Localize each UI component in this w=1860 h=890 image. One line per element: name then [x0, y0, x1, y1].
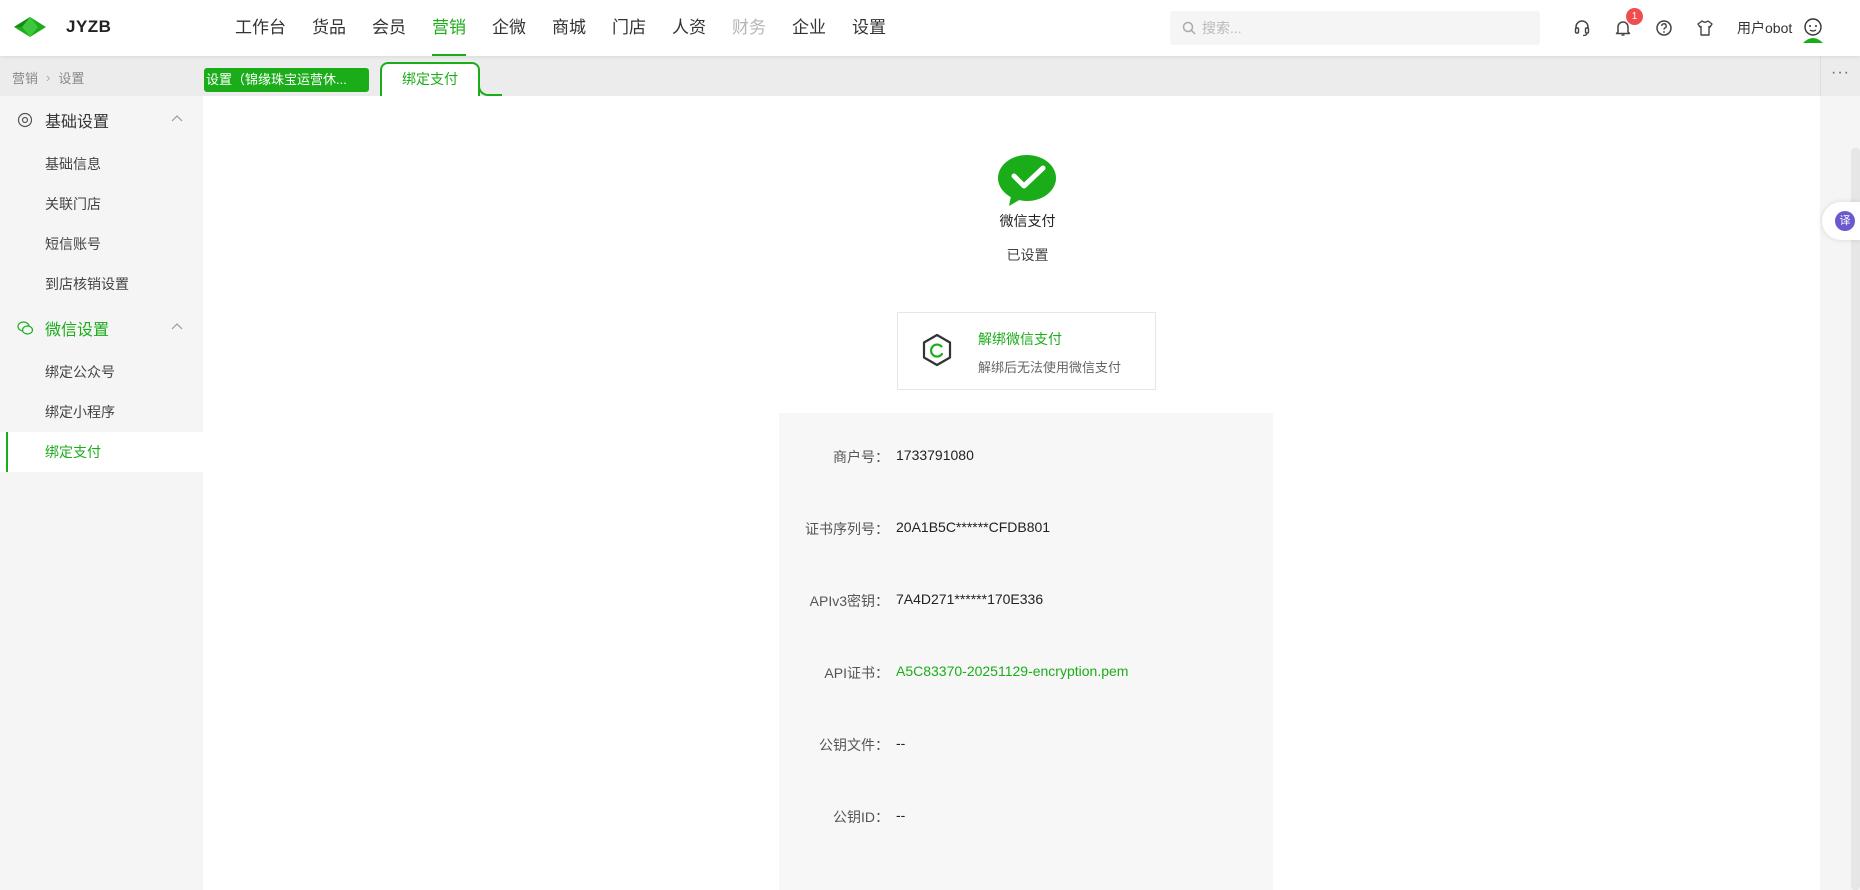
- field-label: 证书序列号：: [805, 521, 889, 537]
- tab-settings[interactable]: 设置（锦缘珠宝运营休...: [204, 68, 369, 92]
- more-tabs-button[interactable]: ···: [1820, 56, 1860, 96]
- unbind-title[interactable]: 解绑微信支付: [978, 329, 1062, 349]
- breadcrumb-parent[interactable]: 营销: [12, 68, 38, 87]
- api-cert-link[interactable]: A5C83370-20251129-encryption.pem: [896, 663, 1128, 679]
- nav-goods[interactable]: 货品: [312, 0, 346, 56]
- header-actions: 1: [1568, 8, 1732, 42]
- field-label: 商户号：: [833, 449, 889, 465]
- breadcrumb: 营销 › 设置: [12, 68, 84, 87]
- brand-logo[interactable]: JYZB: [12, 14, 111, 40]
- tab-bind-payment[interactable]: 绑定支付: [380, 62, 480, 96]
- nav-workbench[interactable]: 工作台: [235, 0, 286, 56]
- settings-icon: [17, 112, 33, 128]
- nav-stores[interactable]: 门店: [612, 0, 646, 56]
- nav-mall[interactable]: 商城: [552, 0, 586, 56]
- notification-badge: 1: [1626, 8, 1643, 25]
- nav-finance[interactable]: 财务: [732, 0, 766, 56]
- nav-marketing[interactable]: 营销: [432, 0, 466, 56]
- user-name[interactable]: 用户obot: [1737, 18, 1792, 38]
- field-value: 7A4D271******170E336: [896, 591, 1044, 607]
- help-icon[interactable]: [1650, 14, 1678, 42]
- field-label: 公钥ID：: [833, 809, 889, 825]
- field-label: APIv3密钥：: [809, 593, 889, 609]
- unbind-description: 解绑后无法使用微信支付: [978, 360, 1122, 375]
- nav-members[interactable]: 会员: [372, 0, 406, 56]
- nav-hr[interactable]: 人资: [672, 0, 706, 56]
- chevron-up-icon: [171, 115, 183, 122]
- field-label: 公钥文件：: [819, 737, 889, 753]
- sidebar-group-basic[interactable]: 基础设置: [0, 96, 203, 144]
- translate-icon[interactable]: 译: [1835, 211, 1855, 231]
- bell-icon[interactable]: 1: [1609, 8, 1643, 42]
- sidebar-item-bind-official-account[interactable]: 绑定公众号: [0, 352, 203, 392]
- payment-status: 已设置: [1006, 247, 1049, 263]
- sidebar-group-label: 微信设置: [45, 322, 110, 339]
- field-merchant-id: 商户号： 1733791080: [779, 447, 1273, 467]
- top-header: JYZB 工作台 货品 会员 营销 企微 商城 门店 人资 财务 企业 设置 1: [0, 0, 1860, 56]
- wechat-pay-icon: [998, 155, 1056, 206]
- field-value: 20A1B5C******CFDB801: [896, 519, 1051, 535]
- sidebar-item-linked-stores[interactable]: 关联门店: [0, 184, 203, 224]
- nav-wecom[interactable]: 企微: [492, 0, 526, 56]
- vertical-scrollbar[interactable]: [1851, 148, 1860, 890]
- field-apiv3-key: APIv3密钥： 7A4D271******170E336: [779, 591, 1273, 611]
- field-cert-serial: 证书序列号： 20A1B5C******CFDB801: [779, 519, 1273, 539]
- sidebar-item-instore-verify[interactable]: 到店核销设置: [0, 264, 203, 304]
- sidebar-item-bind-miniprogram[interactable]: 绑定小程序: [0, 392, 203, 432]
- sidebar-group-wechat[interactable]: 微信设置: [0, 304, 203, 352]
- field-public-key-file: 公钥文件： --: [779, 735, 1273, 755]
- nav-settings[interactable]: 设置: [852, 0, 886, 56]
- chevron-up-icon: [171, 323, 183, 330]
- nav-enterprise[interactable]: 企业: [792, 0, 826, 56]
- sidebar-item-basic-info[interactable]: 基础信息: [0, 144, 203, 184]
- shirt-icon[interactable]: [1691, 14, 1719, 42]
- avatar[interactable]: [1798, 14, 1828, 44]
- sidebar-group-label: 基础设置: [45, 114, 110, 131]
- unlink-icon: [922, 333, 952, 367]
- wechat-pay-title: 微信支付: [999, 213, 1056, 229]
- sidebar-item-bind-payment[interactable]: 绑定支付: [0, 432, 203, 472]
- field-value: --: [896, 807, 906, 823]
- main-nav: 工作台 货品 会员 营销 企微 商城 门店 人资 财务 企业 设置: [235, 0, 912, 56]
- tabs-bar: 营销 › 设置 设置（锦缘珠宝运营休... 绑定支付: [0, 56, 1860, 96]
- search-box[interactable]: [1170, 11, 1540, 45]
- field-api-cert: API证书： A5C83370-20251129-encryption.pem: [779, 663, 1273, 683]
- unbind-wechat-pay-card[interactable]: 解绑微信支付 解绑后无法使用微信支付: [897, 312, 1156, 390]
- tab-active-tail: [478, 78, 502, 96]
- search-input[interactable]: [1202, 20, 1522, 36]
- sidebar-item-sms-account[interactable]: 短信账号: [0, 224, 203, 264]
- payment-info-panel: 商户号： 1733791080 证书序列号： 20A1B5C******CFDB…: [779, 413, 1273, 890]
- field-value: --: [896, 735, 906, 751]
- field-value: 1733791080: [896, 447, 974, 463]
- headset-icon[interactable]: [1568, 14, 1596, 42]
- brand-name: JYZB: [66, 17, 112, 36]
- search-icon: [1182, 21, 1196, 35]
- chevron-right-icon: ›: [46, 70, 51, 85]
- field-public-key-id: 公钥ID： --: [779, 807, 1273, 827]
- sidebar: 基础设置 基础信息 关联门店 短信账号 到店核销设置 微信设置 绑定公众号 绑定…: [0, 96, 203, 890]
- breadcrumb-current: 设置: [58, 71, 85, 86]
- wechat-icon: [17, 321, 34, 335]
- logo-icon: [14, 17, 46, 37]
- field-label: API证书：: [824, 665, 889, 681]
